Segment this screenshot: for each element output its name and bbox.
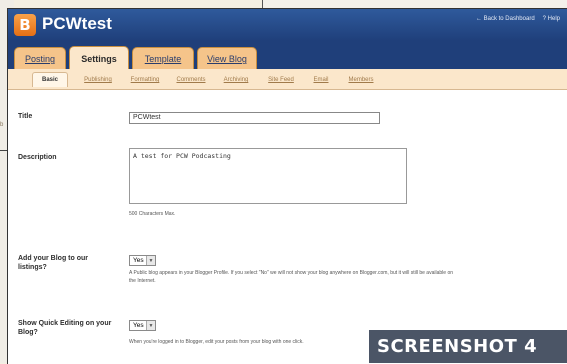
- help-link[interactable]: ? Help: [543, 16, 560, 22]
- title-input[interactable]: PCWtest: [129, 112, 380, 124]
- top-bar: B PCWtest ← Back to Dashboard ? Help: [8, 9, 567, 41]
- back-to-dashboard-link[interactable]: ← Back to Dashboard: [476, 16, 535, 22]
- subtab-site-feed[interactable]: Site Feed: [264, 73, 298, 87]
- screenshot-caption-badge: SCREENSHOT 4: [369, 330, 567, 363]
- quick-edit-select-value: Yes: [133, 322, 144, 329]
- background-page-text: b: [0, 122, 4, 128]
- tab-posting[interactable]: Posting: [14, 47, 66, 70]
- quick-edit-label: Show Quick Editing on your Blog?: [18, 320, 112, 337]
- tab-template[interactable]: Template: [132, 47, 194, 70]
- blogger-logo-icon: B: [14, 14, 36, 36]
- subtab-basic[interactable]: Basic: [32, 72, 68, 87]
- subtab-email[interactable]: Email: [309, 73, 333, 87]
- settings-form: Title PCWtest Description A test for PCW…: [8, 90, 567, 364]
- blog-title: PCWtest: [42, 14, 112, 33]
- title-label: Title: [18, 113, 33, 120]
- blogger-settings-window: B PCWtest ← Back to Dashboard ? Help Pos…: [7, 8, 567, 364]
- subtab-comments[interactable]: Comments: [172, 73, 210, 87]
- chevron-down-icon: ▼: [146, 256, 155, 265]
- settings-subtabs: Basic Publishing Formatting Comments Arc…: [8, 69, 567, 90]
- quick-edit-hint: When you're logged in to Blogger, edit y…: [129, 339, 304, 345]
- chevron-down-icon: ▼: [146, 321, 155, 330]
- add-blog-label: Add your Blog to our listings?: [18, 255, 88, 272]
- subtab-publishing[interactable]: Publishing: [78, 73, 118, 87]
- top-links: ← Back to Dashboard ? Help: [476, 16, 560, 22]
- add-blog-select-value: Yes: [133, 257, 144, 264]
- main-tabs: Posting Settings Template View Blog: [8, 41, 567, 71]
- add-blog-hint: A Public blog appears in your Blogger Pr…: [129, 270, 453, 284]
- subtab-formatting[interactable]: Formatting: [124, 73, 166, 87]
- tab-view-blog[interactable]: View Blog: [197, 47, 257, 70]
- quick-edit-select[interactable]: Yes ▼: [129, 320, 156, 331]
- background-window-edge: [262, 0, 567, 8]
- add-blog-select[interactable]: Yes ▼: [129, 255, 156, 266]
- tab-settings[interactable]: Settings: [69, 46, 129, 71]
- subtab-archiving[interactable]: Archiving: [218, 73, 254, 87]
- description-textarea[interactable]: A test for PCW Podcasting: [129, 148, 407, 204]
- description-hint: 500 Characters Max.: [129, 211, 176, 217]
- subtab-members[interactable]: Members: [344, 73, 378, 87]
- description-label: Description: [18, 154, 57, 161]
